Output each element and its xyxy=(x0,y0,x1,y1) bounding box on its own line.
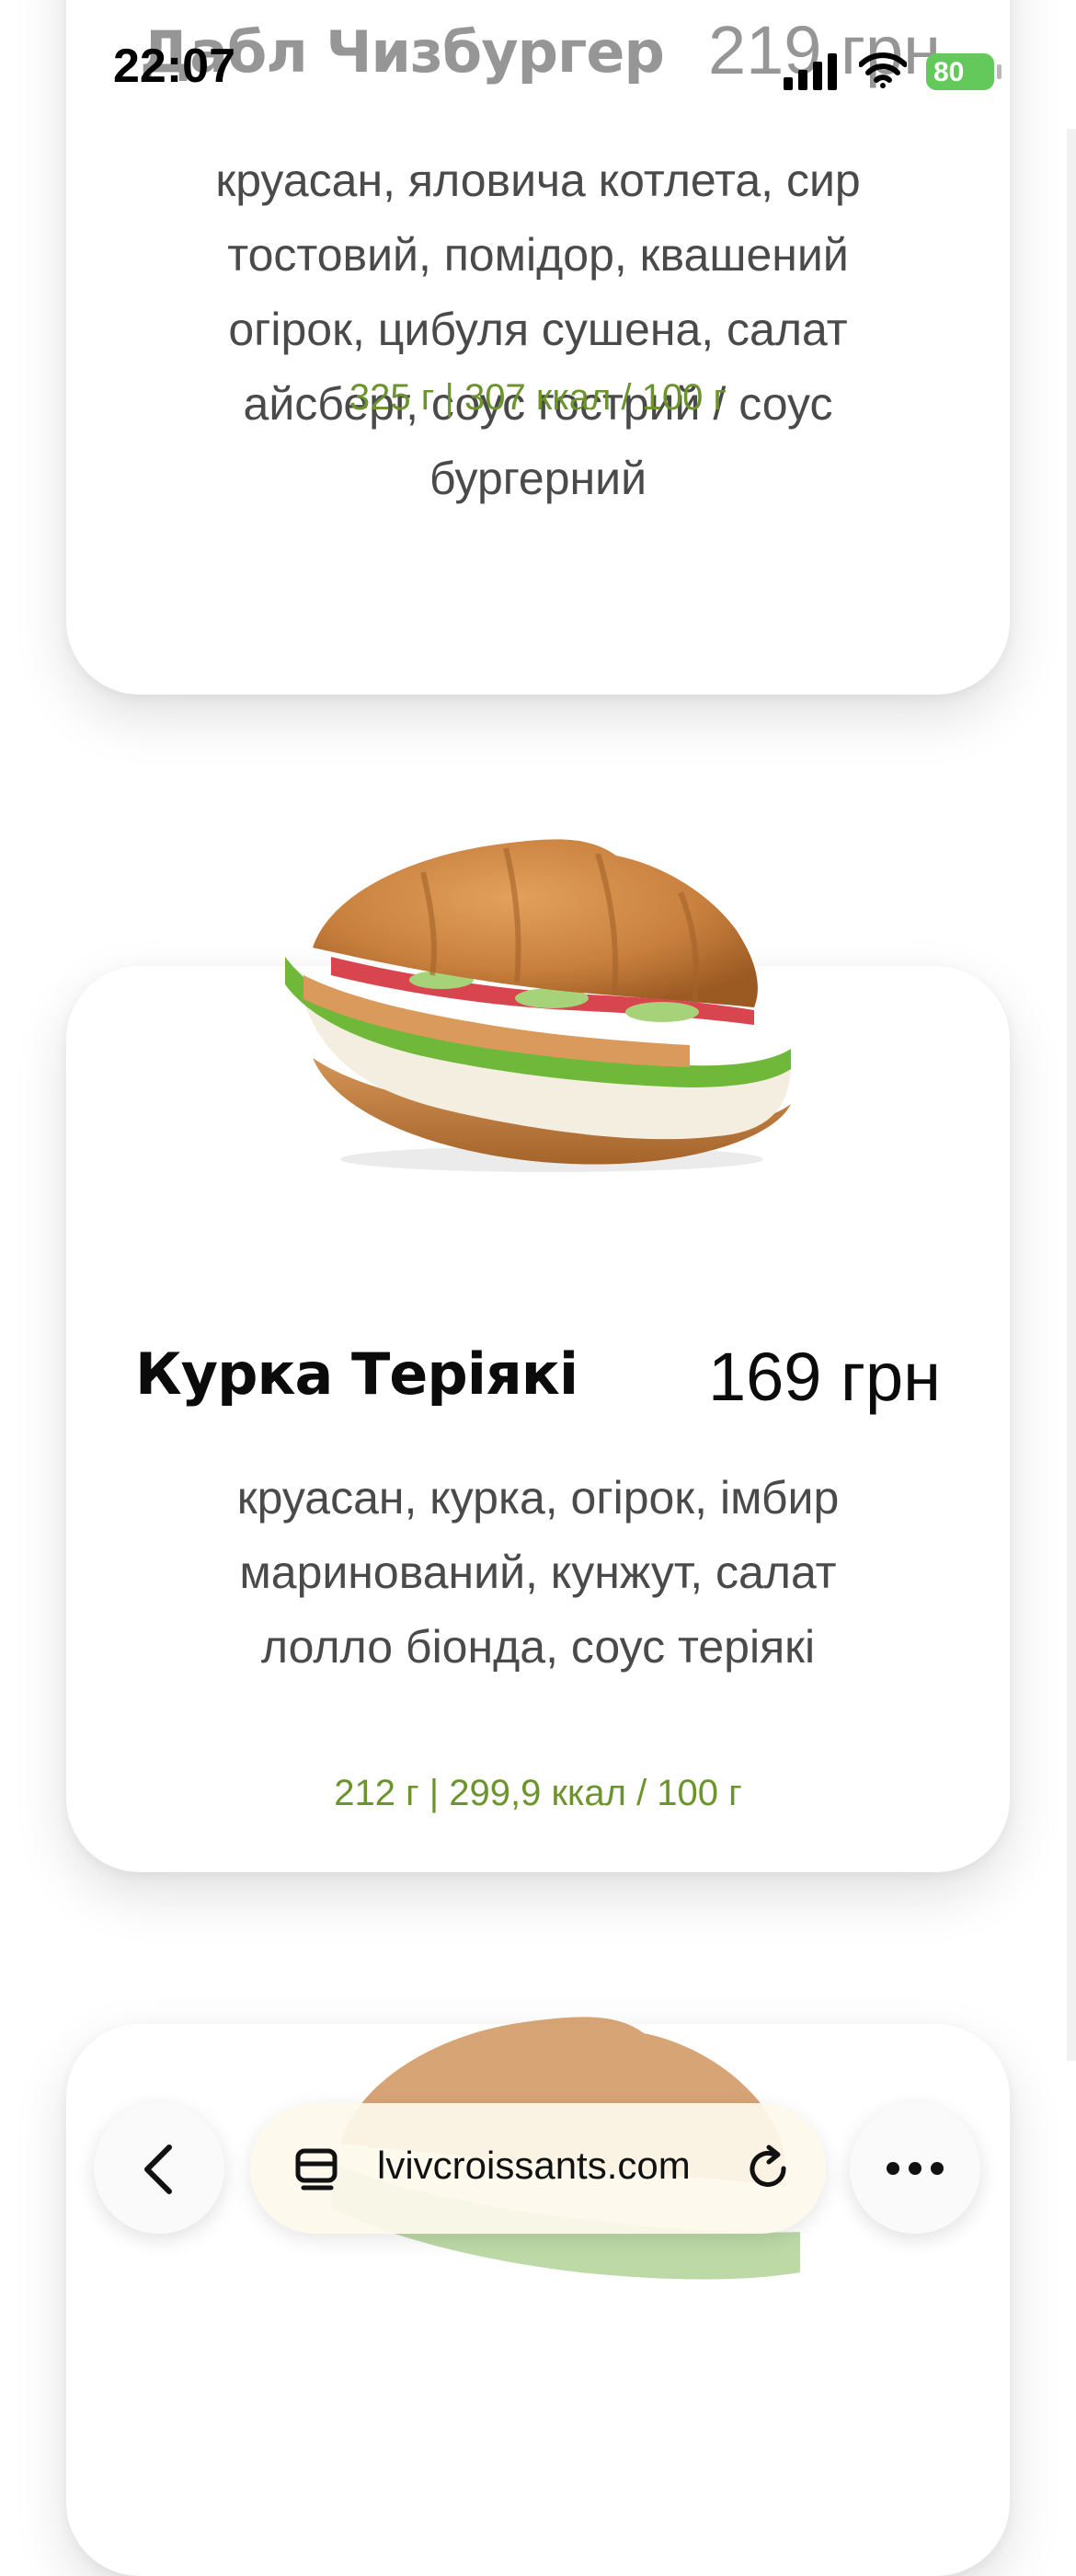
chevron-left-icon xyxy=(144,2145,172,2194)
wifi-icon xyxy=(859,52,907,88)
address-bar[interactable]: lvivcroissants.com xyxy=(250,2103,826,2234)
cellular-signal-icon xyxy=(784,53,837,90)
croissant-sandwich-image xyxy=(285,839,791,1172)
more-dots-icon xyxy=(887,2162,944,2175)
back-button[interactable] xyxy=(94,2103,224,2234)
more-button[interactable] xyxy=(850,2103,980,2234)
item-nutrition: 325 г | 307 ккал / 100 г xyxy=(349,377,727,418)
page-edge xyxy=(1067,129,1076,2061)
battery-icon: 80 xyxy=(926,53,994,90)
battery-cap xyxy=(997,64,1002,79)
item-title: Курка Теріякі xyxy=(135,1340,578,1408)
battery-level: 80 xyxy=(933,57,965,87)
item-price: 169 грн xyxy=(707,1339,941,1415)
status-time: 22:07 xyxy=(113,40,235,93)
url-text: lvivcroissants.com xyxy=(377,2144,691,2187)
page-menu-icon[interactable] xyxy=(294,2147,340,2193)
item-nutrition: 212 г | 299,9 ккал / 100 г xyxy=(334,1773,742,1813)
item-description: круасан, яловича котлета, сир тостовий, … xyxy=(215,155,861,504)
browser-toolbar: lvivcroissants.com xyxy=(0,2088,1076,2272)
item-description: круасан, курка, огірок, імбир мариновани… xyxy=(236,1472,840,1673)
reload-icon[interactable] xyxy=(743,2144,793,2193)
status-bar: 22:07 80 xyxy=(0,0,1076,138)
